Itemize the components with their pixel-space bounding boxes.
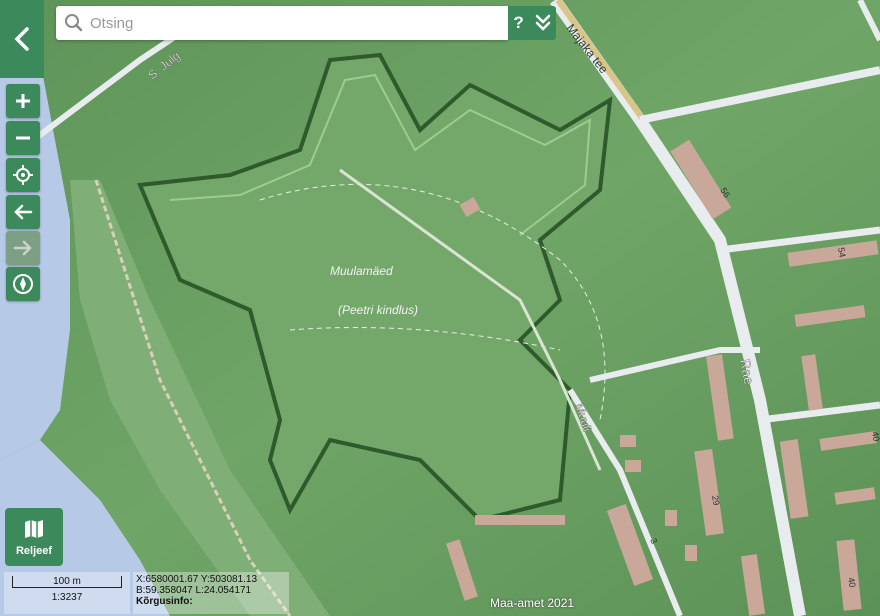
crosshair-icon <box>13 165 33 185</box>
label-house-40b: 40 <box>846 577 858 589</box>
zoom-out-button[interactable] <box>6 121 40 155</box>
map-icon <box>25 519 43 538</box>
scale-box: 100 m 1:3237 <box>4 572 130 614</box>
compass-icon <box>13 274 33 294</box>
coord-bl: B:59.358047 L:24.054171 <box>136 585 252 596</box>
arrow-left-icon <box>14 204 33 220</box>
label-house-40a: 40 <box>870 431 880 443</box>
relief-map[interactable]: Muulamäed (Peetri kindlus) Majaka tee Ra… <box>0 0 880 616</box>
layer-button[interactable]: Reljeef <box>5 508 63 566</box>
chevron-double-down-icon[interactable] <box>535 13 551 33</box>
search-icon <box>65 14 83 32</box>
coord-xy: X:6580001.67 Y:503081.13 <box>136 574 258 585</box>
label-fort: (Peetri kindlus) <box>338 303 418 317</box>
label-park: Muulamäed <box>330 264 393 278</box>
history-forward-button[interactable] <box>6 231 40 265</box>
chevron-left-icon <box>14 27 29 51</box>
search-tools: ? <box>508 6 556 40</box>
help-button[interactable]: ? <box>513 13 523 33</box>
copyright: Maa-amet 2021 <box>490 596 575 610</box>
layer-label: Reljeef <box>15 544 53 557</box>
label-house-54: 54 <box>836 247 848 259</box>
arrow-right-icon <box>13 240 32 256</box>
search-bar <box>56 6 508 40</box>
scale-distance: 100 m <box>53 576 81 587</box>
compass-button[interactable] <box>6 267 40 301</box>
label-house-29: 29 <box>710 495 722 507</box>
scale-ratio: 1:3237 <box>51 592 83 603</box>
search-input[interactable] <box>88 13 492 33</box>
coordinate-box: X:6580001.67 Y:503081.13 B:59.358047 L:2… <box>133 572 289 614</box>
height-label: Kõrgusinfo: <box>136 596 193 607</box>
minus-icon <box>16 136 30 140</box>
zoom-in-button[interactable] <box>6 84 40 118</box>
locate-button[interactable] <box>6 158 40 192</box>
plus-icon <box>16 94 30 108</box>
back-button[interactable] <box>0 0 44 78</box>
history-back-button[interactable] <box>6 195 40 229</box>
